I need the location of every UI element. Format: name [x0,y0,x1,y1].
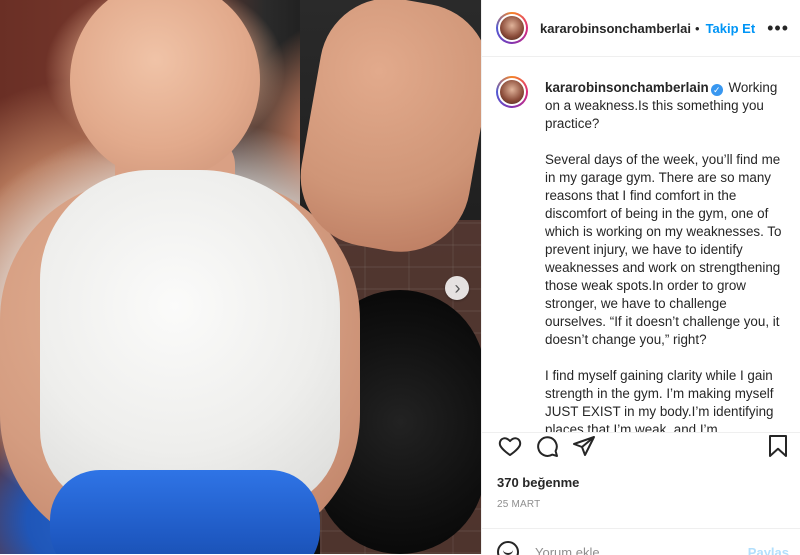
caption-avatar-image [500,80,524,104]
send-icon-svg [573,436,595,456]
emoji-icon[interactable] [497,541,519,555]
follow-button[interactable]: Takip Et [706,21,756,36]
comment-bar: Yorum ekle... Paylaş [482,528,800,555]
send-icon[interactable] [570,432,598,460]
heart-icon[interactable] [496,432,524,460]
header-avatar-inner [498,14,526,42]
more-options-button[interactable]: ••• [767,18,789,39]
verified-badge-icon: ✓ [710,84,723,96]
header-separator: • [695,20,700,36]
caption-section: kararobinsonchamberlain ✓ Working on a we… [482,56,800,433]
caption-body: Working on a weakness.Is this something … [545,80,782,433]
caption-username[interactable]: kararobinsonchamberlain [545,80,709,95]
post-date[interactable]: 25 MART [497,499,540,510]
likes-count[interactable]: 370 beğenme [497,475,579,490]
comment-icon-svg [537,436,558,457]
post-photo: › [0,0,481,554]
photo-shorts [50,470,320,554]
heart-icon-svg [498,437,522,456]
caption-text: kararobinsonchamberlain ✓ Working on a we… [545,79,790,433]
caption-avatar[interactable] [496,76,528,108]
next-photo-button[interactable]: › [445,276,469,300]
action-bar [482,432,800,466]
bookmark-icon-svg [769,435,787,457]
chevron-right-icon: › [454,278,461,298]
header-username[interactable]: kararobinsonchamberlai [540,21,691,36]
photo-sports-bra [40,170,340,510]
photo-person [0,0,481,554]
header-avatar[interactable] [496,12,528,44]
photo-arm [289,0,481,263]
post-side-panel: kararobinsonchamberlai • Takip Et ••• ka… [481,0,800,555]
header-avatar-image [500,16,524,40]
bookmark-icon[interactable] [764,432,792,460]
caption-avatar-inner [498,78,526,106]
post-header: kararobinsonchamberlai • Takip Et ••• [482,0,800,57]
comment-icon[interactable] [533,432,561,460]
